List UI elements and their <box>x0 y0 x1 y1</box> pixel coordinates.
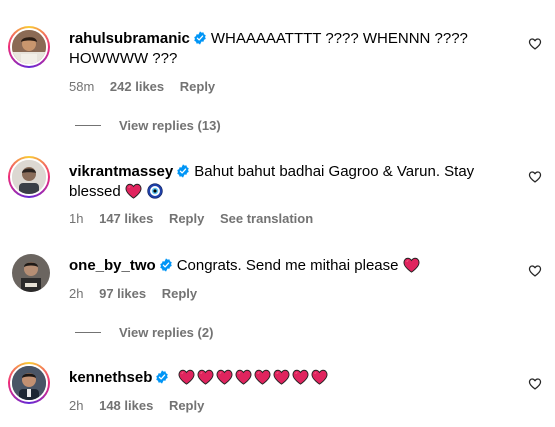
heart-emoji-row <box>178 369 330 386</box>
divider-line <box>75 125 101 126</box>
see-translation-button[interactable]: See translation <box>220 211 313 226</box>
verified-badge-icon <box>176 164 190 178</box>
like-heart-icon[interactable] <box>528 37 542 51</box>
red-heart-emoji <box>125 183 142 199</box>
profile-photo-icon <box>12 366 46 400</box>
red-heart-emoji <box>273 369 290 385</box>
avatar[interactable] <box>8 156 50 198</box>
view-replies-button[interactable]: View replies (2) <box>75 325 213 340</box>
red-heart-emoji <box>178 369 195 385</box>
profile-photo-icon <box>12 30 46 64</box>
reply-button[interactable]: Reply <box>169 211 204 226</box>
like-heart-icon[interactable] <box>528 170 542 184</box>
red-heart-emoji <box>254 369 271 385</box>
comment-time[interactable]: 2h <box>69 398 83 413</box>
likes-count[interactable]: 147 likes <box>99 211 153 226</box>
reply-button[interactable]: Reply <box>180 79 215 94</box>
verified-badge-icon <box>159 258 173 272</box>
red-heart-emoji <box>403 257 420 273</box>
likes-count[interactable]: 242 likes <box>110 79 164 94</box>
username[interactable]: rahulsubramanic <box>69 30 190 47</box>
reply-button[interactable]: Reply <box>162 286 197 301</box>
red-heart-emoji <box>197 369 214 385</box>
divider-line <box>75 332 101 333</box>
red-heart-emoji <box>235 369 252 385</box>
red-heart-emoji <box>216 369 233 385</box>
profile-photo-icon <box>12 254 50 292</box>
avatar[interactable] <box>12 254 50 292</box>
username[interactable]: kennethseb <box>69 369 152 386</box>
username[interactable]: one_by_two <box>69 257 156 274</box>
avatar[interactable] <box>8 362 50 404</box>
like-heart-icon[interactable] <box>528 377 542 391</box>
comment-time[interactable]: 2h <box>69 286 83 301</box>
comment-text: Congrats. Send me mithai please <box>176 257 399 274</box>
view-replies-label: View replies (13) <box>119 118 221 133</box>
verified-badge-icon <box>155 370 169 384</box>
username[interactable]: vikrantmassey <box>69 163 173 180</box>
red-heart-emoji <box>292 369 309 385</box>
reply-button[interactable]: Reply <box>169 398 204 413</box>
comment-time[interactable]: 58m <box>69 79 94 94</box>
likes-count[interactable]: 148 likes <box>99 398 153 413</box>
verified-badge-icon <box>193 31 207 45</box>
comment-time[interactable]: 1h <box>69 211 83 226</box>
avatar[interactable] <box>8 26 50 68</box>
profile-photo-icon <box>12 160 46 194</box>
view-replies-button[interactable]: View replies (13) <box>75 118 221 133</box>
view-replies-label: View replies (2) <box>119 325 214 340</box>
red-heart-emoji <box>311 369 328 385</box>
like-heart-icon[interactable] <box>528 264 542 278</box>
nazar-amulet-emoji <box>147 183 163 199</box>
likes-count[interactable]: 97 likes <box>99 286 146 301</box>
